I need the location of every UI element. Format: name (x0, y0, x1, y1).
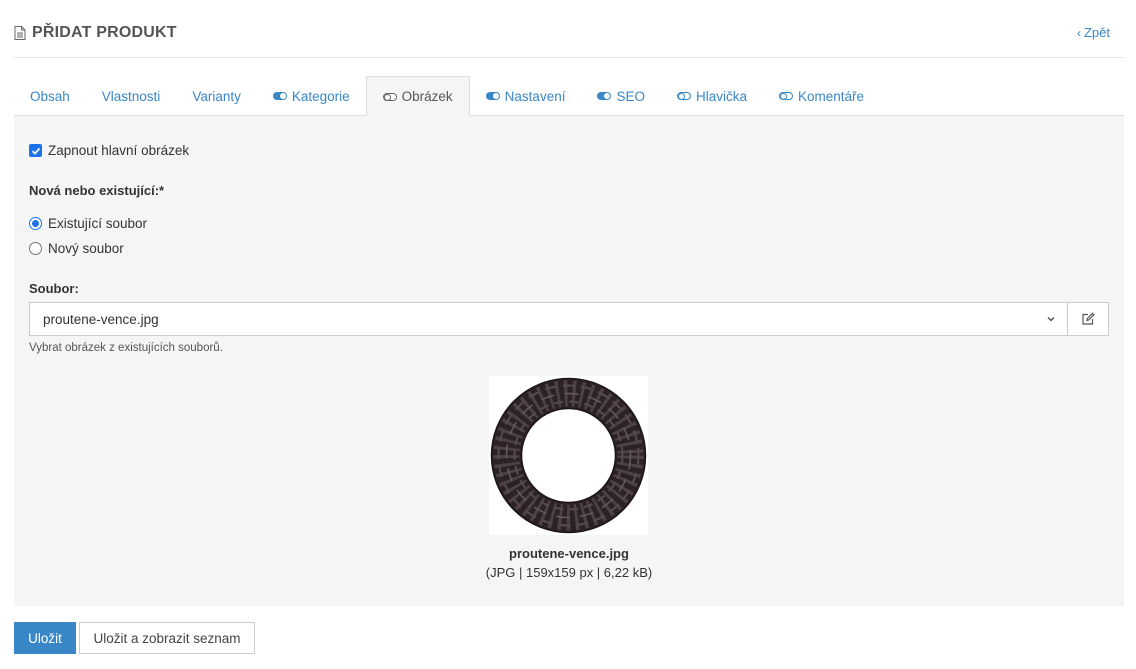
tab-label: Nastavení (504, 88, 566, 104)
tab-label: Kategorie (291, 88, 350, 104)
tab-label: Obrázek (401, 89, 453, 104)
file-select-value: proutene-vence.jpg (43, 311, 159, 327)
save-and-list-button[interactable]: Uložit a zobrazit seznam (79, 622, 255, 654)
save-button[interactable]: Uložit (14, 622, 76, 654)
document-icon (14, 26, 26, 40)
back-link-label: Zpět (1083, 25, 1110, 40)
tab-hlavicka[interactable]: Hlavička (661, 76, 763, 116)
enable-main-image-row: Zapnout hlavní obrázek (29, 143, 189, 158)
tab-label: Hlavička (695, 88, 747, 104)
source-label: Nová nebo existující:* (29, 183, 165, 198)
tab-bar: Obsah Vlastnosti Varianty Kategorie Obrázek N… (14, 76, 1124, 117)
chevron-down-icon (1047, 317, 1055, 322)
toggle-off-icon (382, 92, 397, 101)
tab-vlastnosti[interactable]: Vlastnosti (86, 76, 177, 116)
tab-label: Vlastnosti (101, 88, 161, 104)
edit-icon (1082, 312, 1095, 325)
tab-seo[interactable]: SEO (581, 76, 661, 116)
tab-obsah[interactable]: Obsah (14, 76, 86, 116)
tab-komentare[interactable]: Komentáře (763, 76, 880, 116)
tab-varianty[interactable]: Varianty (176, 76, 257, 116)
tab-nastaveni[interactable]: Nastavení (470, 76, 582, 116)
check-icon (31, 147, 40, 155)
toggle-off-icon (779, 92, 793, 100)
edit-file-button[interactable] (1067, 302, 1109, 336)
chevron-left-icon: ‹ (1076, 25, 1081, 40)
radio-new-file[interactable] (29, 242, 42, 255)
toggle-off-icon (676, 92, 691, 100)
radio-existing-file-row: Existující soubor (29, 216, 147, 231)
toggle-on-icon (272, 92, 287, 100)
wreath-image (490, 377, 647, 534)
enable-main-image-checkbox[interactable] (29, 144, 42, 157)
radio-existing-file-label: Existující soubor (48, 216, 148, 231)
preview-file-meta: (JPG | 159x159 px | 6,22 kB) (485, 565, 653, 580)
tab-label: Komentáře (798, 88, 865, 104)
radio-existing-file[interactable] (29, 217, 42, 230)
enable-main-image-label: Zapnout hlavní obrázek (48, 143, 190, 158)
file-help-text: Vybrat obrázek z existujících souborů. (29, 342, 223, 354)
toggle-on-icon (597, 92, 612, 100)
page-title: PŘIDAT PRODUKT (14, 24, 177, 42)
page-title-text: PŘIDAT PRODUKT (32, 24, 177, 41)
tab-label: Obsah (30, 88, 70, 104)
image-tab-panel: Zapnout hlavní obrázek Nová nebo existuj… (14, 116, 1124, 606)
tab-label: SEO (616, 88, 645, 104)
back-link[interactable]: ‹ Zpět (1077, 25, 1110, 40)
radio-new-file-label: Nový soubor (48, 241, 124, 256)
file-select[interactable]: proutene-vence.jpg (29, 302, 1068, 336)
image-preview (489, 376, 648, 535)
tab-kategorie[interactable]: Kategorie (257, 76, 366, 116)
page-header: PŘIDAT PRODUKT ‹ Zpět (14, 22, 1124, 58)
tab-obrazek[interactable]: Obrázek (365, 76, 470, 117)
tab-label: Varianty (192, 88, 241, 104)
toggle-on-icon (485, 92, 500, 100)
preview-file-name: proutene-vence.jpg (509, 546, 629, 561)
file-label: Soubor: (29, 281, 79, 296)
radio-new-file-row: Nový soubor (29, 241, 124, 256)
